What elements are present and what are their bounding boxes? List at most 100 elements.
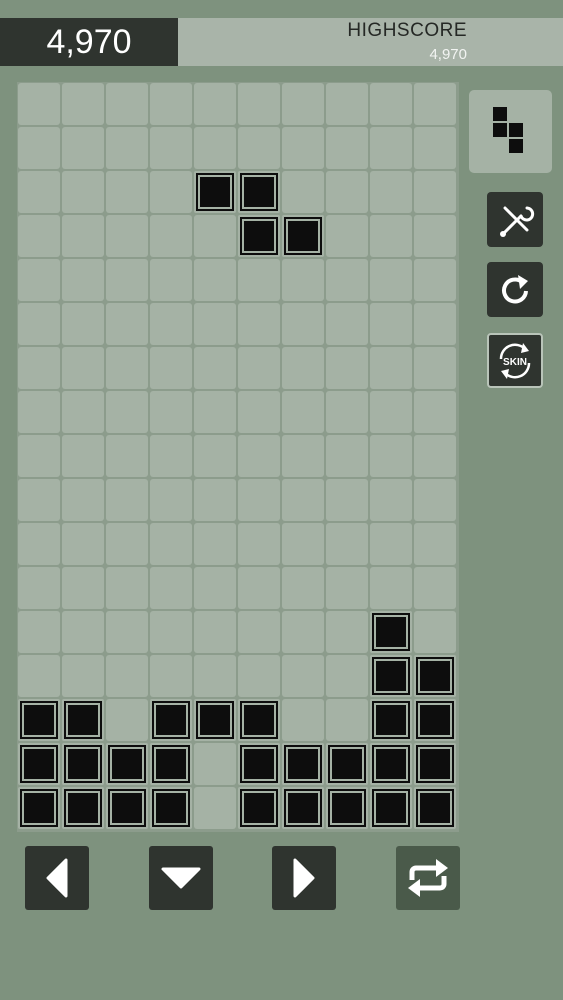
empty-cell xyxy=(370,259,412,301)
filled-block xyxy=(18,699,60,741)
filled-block xyxy=(18,743,60,785)
empty-cell xyxy=(106,435,148,477)
empty-cell xyxy=(370,523,412,565)
empty-cell xyxy=(238,523,280,565)
empty-cell xyxy=(62,347,104,389)
move-right-button[interactable] xyxy=(272,846,336,910)
filled-block xyxy=(414,655,456,697)
empty-cell xyxy=(62,259,104,301)
rotate-arrows-icon xyxy=(408,859,448,897)
highscore-label: HIGHSCORE xyxy=(347,20,467,41)
settings-button[interactable] xyxy=(487,192,543,247)
empty-cell xyxy=(414,171,456,213)
empty-cell xyxy=(18,347,60,389)
empty-cell xyxy=(194,127,236,169)
filled-block xyxy=(282,743,324,785)
empty-cell xyxy=(282,83,324,125)
filled-block xyxy=(62,743,104,785)
empty-cell xyxy=(238,391,280,433)
empty-cell xyxy=(106,127,148,169)
empty-cell xyxy=(414,391,456,433)
empty-cell xyxy=(18,215,60,257)
empty-cell xyxy=(414,611,456,653)
rotate-button[interactable] xyxy=(396,846,460,910)
empty-cell xyxy=(62,479,104,521)
skin-button[interactable]: SKIN xyxy=(487,333,543,388)
empty-cell xyxy=(150,83,192,125)
empty-cell xyxy=(106,655,148,697)
empty-cell xyxy=(414,215,456,257)
empty-cell xyxy=(62,523,104,565)
empty-cell xyxy=(326,215,368,257)
empty-cell xyxy=(282,259,324,301)
empty-cell xyxy=(282,611,324,653)
empty-cell xyxy=(238,347,280,389)
highscore-value: 4,970 xyxy=(429,46,467,63)
filled-block xyxy=(62,699,104,741)
filled-block xyxy=(106,787,148,829)
empty-cell xyxy=(282,479,324,521)
empty-cell xyxy=(62,567,104,609)
empty-cell xyxy=(194,391,236,433)
skin-label: SKIN xyxy=(503,357,527,368)
empty-cell xyxy=(150,303,192,345)
empty-cell xyxy=(238,655,280,697)
filled-block xyxy=(370,743,412,785)
empty-cell xyxy=(282,127,324,169)
empty-cell xyxy=(326,259,368,301)
empty-cell xyxy=(238,303,280,345)
empty-cell xyxy=(194,523,236,565)
move-left-button[interactable] xyxy=(25,846,89,910)
empty-cell xyxy=(18,171,60,213)
empty-cell xyxy=(194,479,236,521)
empty-cell xyxy=(194,303,236,345)
empty-cell xyxy=(326,127,368,169)
empty-cell xyxy=(414,567,456,609)
empty-cell xyxy=(370,479,412,521)
empty-cell xyxy=(238,479,280,521)
empty-cell xyxy=(194,787,236,829)
empty-cell xyxy=(18,567,60,609)
empty-cell xyxy=(18,391,60,433)
empty-cell xyxy=(194,567,236,609)
empty-cell xyxy=(150,171,192,213)
restart-button[interactable] xyxy=(487,262,543,317)
empty-cell xyxy=(326,171,368,213)
top-bar: 4,970 HIGHSCORE 4,970 xyxy=(0,18,563,66)
empty-cell xyxy=(326,699,368,741)
empty-cell xyxy=(194,259,236,301)
triangle-left-icon xyxy=(46,858,68,898)
empty-cell xyxy=(370,391,412,433)
empty-cell xyxy=(326,435,368,477)
filled-block xyxy=(194,171,236,213)
empty-cell xyxy=(194,655,236,697)
empty-cell xyxy=(282,523,324,565)
next-piece-preview xyxy=(469,90,552,173)
empty-cell xyxy=(62,171,104,213)
filled-block xyxy=(150,699,192,741)
empty-cell xyxy=(194,743,236,785)
next-piece-block xyxy=(493,123,507,137)
empty-cell xyxy=(326,391,368,433)
empty-cell xyxy=(238,127,280,169)
filled-block xyxy=(194,699,236,741)
empty-cell xyxy=(370,303,412,345)
filled-block xyxy=(238,787,280,829)
empty-cell xyxy=(62,215,104,257)
empty-cell xyxy=(62,127,104,169)
filled-block xyxy=(238,699,280,741)
empty-cell xyxy=(370,435,412,477)
empty-cell xyxy=(326,479,368,521)
empty-cell xyxy=(150,347,192,389)
empty-cell xyxy=(150,435,192,477)
game-board xyxy=(17,82,459,832)
drop-down-button[interactable] xyxy=(149,846,213,910)
empty-cell xyxy=(370,567,412,609)
empty-cell xyxy=(150,523,192,565)
empty-cell xyxy=(150,479,192,521)
empty-cell xyxy=(62,655,104,697)
empty-cell xyxy=(106,347,148,389)
empty-cell xyxy=(194,611,236,653)
filled-block xyxy=(282,215,324,257)
empty-cell xyxy=(106,259,148,301)
